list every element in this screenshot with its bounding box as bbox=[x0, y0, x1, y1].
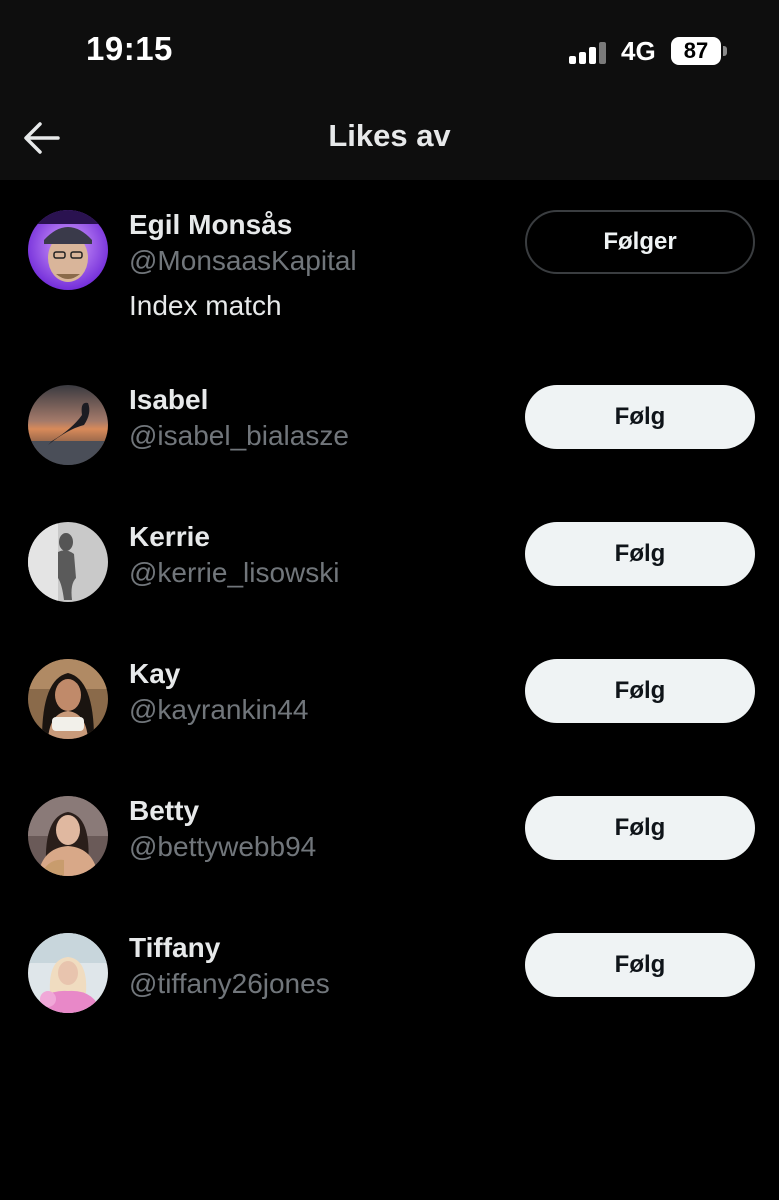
user-handle[interactable]: @tiffany26jones bbox=[129, 968, 330, 1000]
follow-button[interactable]: Følg bbox=[525, 522, 755, 586]
display-name[interactable]: Betty bbox=[129, 795, 199, 827]
display-name[interactable]: Isabel bbox=[129, 384, 208, 416]
user-bio: Index match bbox=[129, 290, 282, 321]
follow-button[interactable]: Følg bbox=[525, 659, 755, 723]
signal-icon bbox=[569, 40, 609, 64]
user-handle[interactable]: @kerrie_lisowski bbox=[129, 557, 339, 589]
user-handle[interactable]: @bettywebb94 bbox=[129, 831, 316, 863]
follow-button[interactable]: Følg bbox=[525, 796, 755, 860]
network-type: 4G bbox=[621, 36, 656, 66]
avatar[interactable] bbox=[28, 933, 108, 1013]
screen: 19:15 4G 87 Likes av Egil Monsås @Monsaa… bbox=[0, 0, 779, 1200]
user-row-betty[interactable]: Betty @bettywebb94 Følg bbox=[0, 786, 779, 886]
user-handle[interactable]: @isabel_bialasze bbox=[129, 420, 349, 452]
follow-button[interactable]: Følg bbox=[525, 933, 755, 997]
user-handle[interactable]: @MonsaasKapital bbox=[129, 245, 357, 277]
user-row-kay[interactable]: Kay @kayrankin44 Følg bbox=[0, 649, 779, 749]
display-name[interactable]: Egil Monsås bbox=[129, 209, 292, 241]
status-time: 19:15 bbox=[86, 30, 173, 67]
avatar[interactable] bbox=[28, 385, 108, 465]
avatar[interactable] bbox=[28, 796, 108, 876]
avatar[interactable] bbox=[28, 210, 108, 290]
user-row-egil[interactable]: Egil Monsås @MonsaasKapital Index match … bbox=[0, 200, 779, 340]
display-name[interactable]: Kay bbox=[129, 658, 180, 690]
follow-button[interactable]: Følg bbox=[525, 385, 755, 449]
display-name[interactable]: Tiffany bbox=[129, 932, 220, 964]
user-row-isabel[interactable]: Isabel @isabel_bialasze Følg bbox=[0, 375, 779, 475]
page-title: Likes av bbox=[328, 118, 451, 153]
user-row-kerrie[interactable]: Kerrie @kerrie_lisowski Følg bbox=[0, 512, 779, 612]
battery-nub bbox=[723, 46, 727, 56]
avatar[interactable] bbox=[28, 659, 108, 739]
user-handle[interactable]: @kayrankin44 bbox=[129, 694, 308, 726]
avatar[interactable] bbox=[28, 522, 108, 602]
battery-icon: 87 bbox=[671, 37, 721, 65]
following-button[interactable]: Følger bbox=[525, 210, 755, 274]
top-bar: 19:15 4G 87 Likes av bbox=[0, 0, 779, 180]
display-name[interactable]: Kerrie bbox=[129, 521, 210, 553]
user-row-tiffany[interactable]: Tiffany @tiffany26jones Følg bbox=[0, 923, 779, 1023]
